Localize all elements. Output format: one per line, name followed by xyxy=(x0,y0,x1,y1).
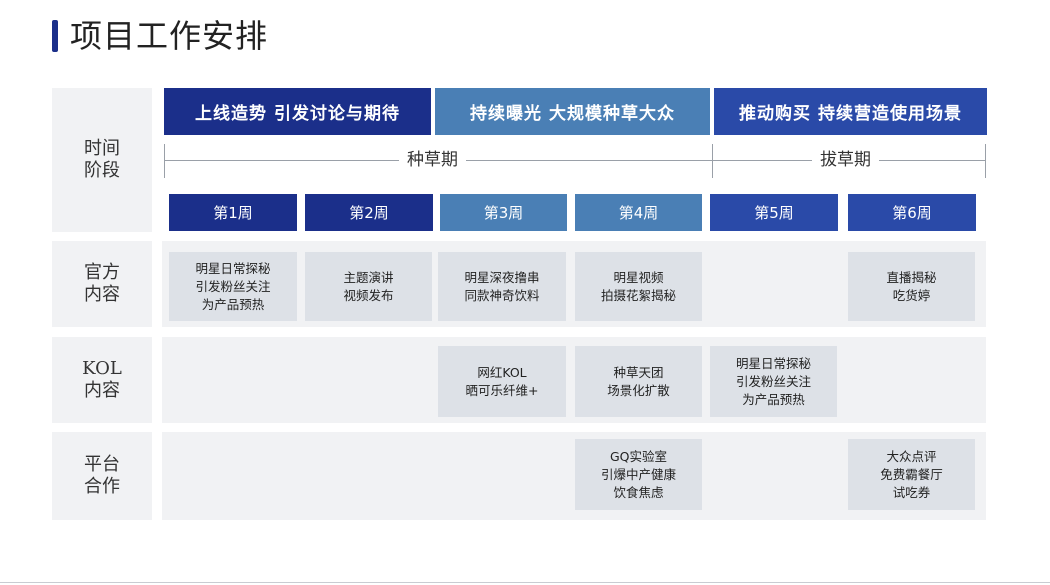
row-label-platform: 平台 合作 xyxy=(52,432,152,520)
timeline-tick-end xyxy=(985,144,986,178)
stage-label-seeding: 种草期 xyxy=(399,150,466,170)
kol-row xyxy=(162,337,986,423)
kol-card-week3: 网红KOL 晒可乐纤维+ xyxy=(438,346,566,417)
timeline-tick-start xyxy=(164,144,165,178)
platform-card-week4: GQ实验室 引爆中产健康 饮食焦虑 xyxy=(575,439,702,510)
week-3: 第3周 xyxy=(440,194,567,231)
week-4: 第4周 xyxy=(575,194,702,231)
title-accent-bar xyxy=(52,20,58,52)
row-label-official: 官方 内容 xyxy=(52,241,152,327)
row-label-time: 时间 阶段 xyxy=(52,88,152,232)
kol-card-week5: 明星日常探秘 引发粉丝关注 为产品预热 xyxy=(710,346,837,417)
official-card-week6: 直播揭秘 吃货婷 xyxy=(848,252,975,321)
week-5: 第5周 xyxy=(710,194,838,231)
week-1: 第1周 xyxy=(169,194,297,231)
official-card-week2: 主题演讲 视频发布 xyxy=(305,252,432,321)
week-2: 第2周 xyxy=(305,194,433,231)
official-card-week3: 明星深夜撸串 同款神奇饮料 xyxy=(438,252,566,321)
footer-divider xyxy=(0,582,1050,583)
stage-label-harvest: 拔草期 xyxy=(812,150,879,170)
row-label-kol: KOL 内容 xyxy=(52,337,152,423)
page-title: 项目工作安排 xyxy=(70,17,269,55)
week-6: 第6周 xyxy=(848,194,976,231)
platform-card-week6: 大众点评 免费霸餐厅 试吃券 xyxy=(848,439,975,510)
timeline-tick-middle xyxy=(712,144,713,178)
official-card-week1: 明星日常探秘 引发粉丝关注 为产品预热 xyxy=(169,252,297,321)
phase-header-1: 上线造势 引发讨论与期待 xyxy=(164,88,431,135)
phase-header-3: 推动购买 持续营造使用场景 xyxy=(714,88,987,135)
kol-card-week4: 种草天团 场景化扩散 xyxy=(575,346,702,417)
phase-header-2: 持续曝光 大规模种草大众 xyxy=(435,88,710,135)
official-card-week4: 明星视频 拍摄花絮揭秘 xyxy=(575,252,702,321)
